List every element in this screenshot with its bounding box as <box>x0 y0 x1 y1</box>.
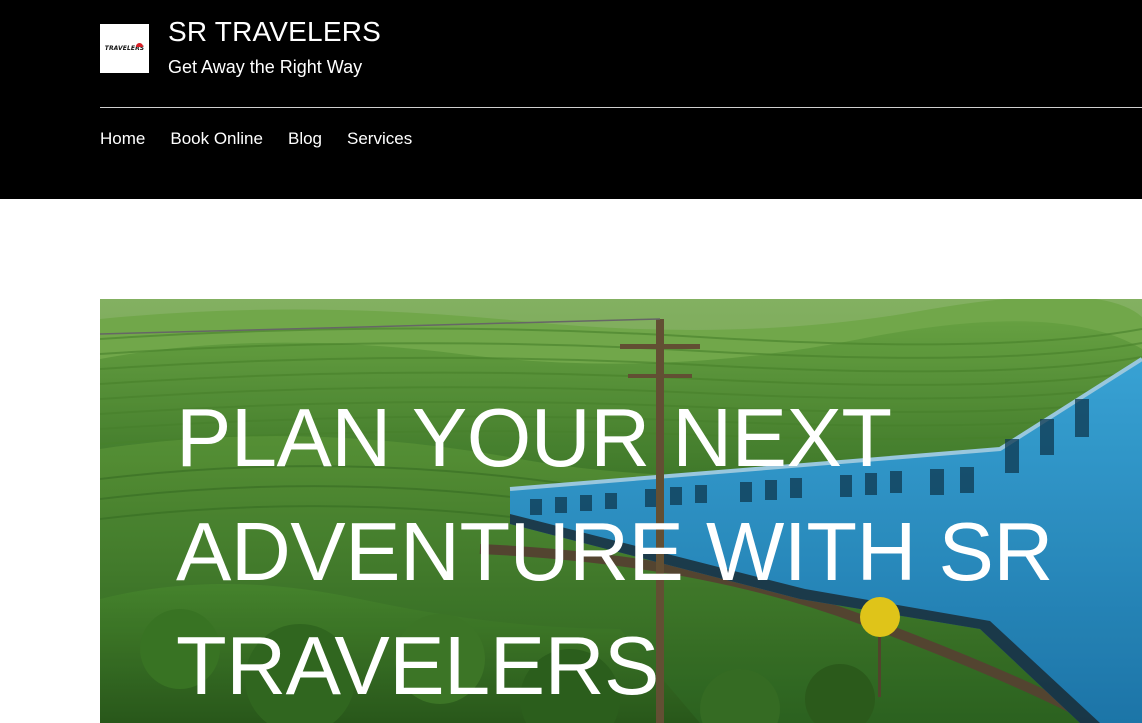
nav-item-blog[interactable]: Blog <box>288 129 322 149</box>
site-title[interactable]: SR TRAVELERS <box>168 16 381 48</box>
nav-item-book-online[interactable]: Book Online <box>170 129 263 149</box>
main-nav: Home Book Online Blog Services <box>100 129 437 149</box>
site-header: TRAVELERS SR TRAVELERS Get Away the Righ… <box>0 0 1142 199</box>
hero-heading: PLAN YOUR NEXT ADVENTURE WITH SR TRAVELE… <box>176 391 1053 712</box>
hero-banner: PLAN YOUR NEXT ADVENTURE WITH SR TRAVELE… <box>100 299 1142 723</box>
nav-item-home[interactable]: Home <box>100 129 145 149</box>
site-logo[interactable]: TRAVELERS <box>100 24 149 73</box>
umbrella-icon <box>136 43 143 47</box>
header-divider <box>100 107 1142 108</box>
site-tagline: Get Away the Right Way <box>168 57 363 77</box>
nav-item-services[interactable]: Services <box>347 129 412 149</box>
